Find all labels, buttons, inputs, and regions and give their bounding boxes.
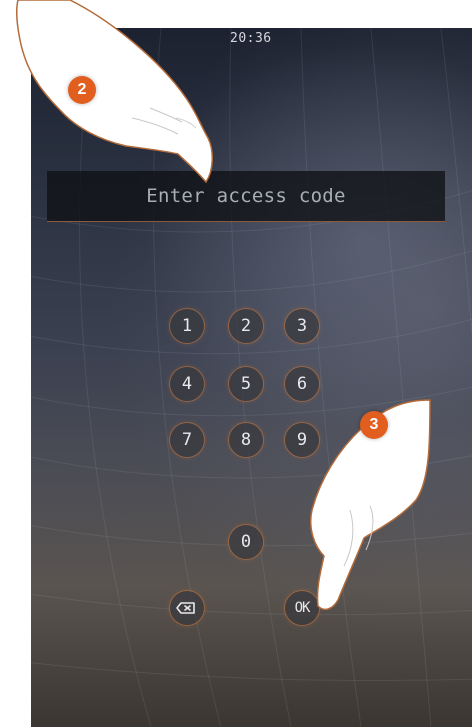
access-code-field[interactable]: Enter access code <box>47 171 445 222</box>
arrow-left-icon <box>40 70 64 90</box>
key-0[interactable]: 0 <box>229 525 263 559</box>
key-4[interactable]: 4 <box>170 367 204 401</box>
access-code-placeholder: Enter access code <box>146 185 346 207</box>
key-7[interactable]: 7 <box>170 423 204 457</box>
key-5[interactable]: 5 <box>229 367 263 401</box>
key-6[interactable]: 6 <box>285 367 319 401</box>
delete-button[interactable] <box>170 591 204 625</box>
key-3[interactable]: 3 <box>285 309 319 343</box>
back-button[interactable] <box>37 66 69 94</box>
status-time: 20:36 <box>230 31 272 46</box>
key-8[interactable]: 8 <box>229 423 263 457</box>
step-2-callout: 2 <box>68 76 96 104</box>
backspace-icon <box>176 602 195 614</box>
key-1[interactable]: 1 <box>170 309 204 343</box>
device-screen: 01-01-2017 20:36 Enter access code 1 2 3… <box>31 28 472 727</box>
key-9[interactable]: 9 <box>285 423 319 457</box>
ok-button[interactable]: OK <box>285 591 319 625</box>
key-2[interactable]: 2 <box>229 309 263 343</box>
step-3-callout: 3 <box>360 411 388 439</box>
status-date: 01-01-2017 <box>40 31 124 46</box>
